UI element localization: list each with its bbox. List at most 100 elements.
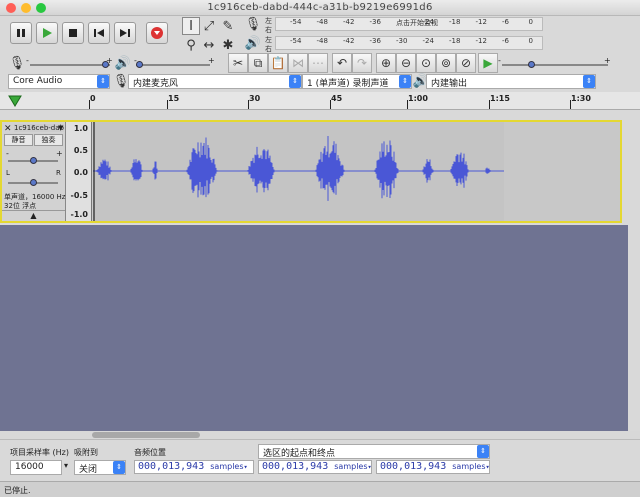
pan-right: R: [56, 169, 61, 177]
record-button[interactable]: [146, 22, 168, 44]
horizontal-scrollbar[interactable]: [0, 431, 640, 439]
undo-icon: ↶: [336, 56, 348, 70]
zoom-in-button[interactable]: ⊕: [376, 53, 396, 73]
horizontal-scroll-thumb[interactable]: [92, 432, 200, 438]
silence-icon: ⋯: [312, 56, 324, 70]
snap-select[interactable]: 关闭 ⇕: [74, 460, 126, 475]
trim-icon: ⋈: [292, 56, 304, 70]
track-name-menu[interactable]: 1c916ceb-dab: [14, 124, 64, 132]
play-speed-knob[interactable]: [528, 61, 535, 68]
collapse-arrow-icon: ▲: [30, 211, 37, 220]
redo-button[interactable]: ↷: [352, 53, 372, 73]
envelope-tool-icon[interactable]: ⤢: [200, 17, 218, 35]
meter-scale-label: -54: [290, 37, 302, 45]
solo-button[interactable]: 独奏: [34, 134, 63, 146]
meter-scale-label: -24: [422, 37, 434, 45]
output-volume-slider[interactable]: [136, 61, 210, 68]
mute-button[interactable]: 静音: [4, 134, 33, 146]
selection-end-field[interactable]: 000,013,943 samples▾: [376, 460, 490, 474]
zoom-toggle-button[interactable]: ⊘: [456, 53, 476, 73]
record-meter-mic-icon[interactable]: 🎙: [244, 15, 262, 33]
chevron-updown-icon: ⇕: [399, 75, 411, 88]
selection-mode-select[interactable]: 选区的起点和终点 ⇕: [258, 444, 490, 459]
fit-project-icon: ⊚: [440, 56, 452, 70]
dropdown-icon[interactable]: ▾: [486, 463, 489, 471]
status-text: 已停止.: [4, 486, 31, 495]
skip-to-start-button[interactable]: [88, 22, 110, 44]
project-rate-dropdown-icon[interactable]: ▾: [64, 461, 68, 470]
timeline-pin-icon[interactable]: [8, 95, 22, 107]
zoom-out-button[interactable]: ⊖: [396, 53, 416, 73]
selection-toolbar: 项目采样率 (Hz) 16000 ▾ 吸附到 关闭 ⇕ 音频位置 000,013…: [0, 439, 640, 481]
meter-scale-label: -30: [396, 37, 408, 45]
cut-button[interactable]: ✂: [228, 53, 248, 73]
project-rate-combo[interactable]: 16000: [10, 460, 62, 475]
dropdown-icon[interactable]: ▾: [244, 463, 248, 471]
undo-button[interactable]: ↶: [332, 53, 352, 73]
ruler-tick-mark: [570, 100, 571, 109]
vertical-ruler[interactable]: 1.0 0.5 0.0 -0.5 -1.0: [66, 122, 92, 221]
trim-button[interactable]: ⋈: [288, 53, 308, 73]
pan-slider[interactable]: [8, 179, 58, 186]
track-menu-arrow-icon[interactable]: ▼: [58, 124, 63, 132]
audio-host-select[interactable]: Core Audio ⇕: [8, 74, 110, 89]
speed-plus: +: [604, 56, 611, 65]
selection-start-field[interactable]: 000,013,943 samples▾: [258, 460, 372, 474]
timeline-ruler[interactable]: 0 15 30 45 1:00 1:15 1:30: [0, 92, 640, 110]
play-button[interactable]: [36, 22, 58, 44]
gain-knob[interactable]: [30, 157, 37, 164]
copy-button[interactable]: ⧉: [248, 53, 268, 73]
output-volume-knob[interactable]: [136, 61, 143, 68]
pause-button[interactable]: [10, 22, 32, 44]
zoom-tool-icon[interactable]: ⚲: [182, 36, 200, 54]
audio-position-field[interactable]: 000,013,943 samples▾: [134, 460, 254, 474]
fit-selection-icon: ⊙: [420, 56, 432, 70]
waveform-area[interactable]: [93, 122, 504, 221]
chevron-updown-icon: ⇕: [477, 445, 489, 458]
meter-scale-label: -54: [290, 18, 302, 26]
timeshift-tool-icon[interactable]: ↔: [200, 36, 218, 54]
record-meter-right: 右: [265, 26, 272, 34]
track-empty-region[interactable]: [504, 122, 620, 221]
stop-button[interactable]: [62, 22, 84, 44]
recording-channels-value: 1 (单声道) 录制声道: [307, 79, 389, 89]
chevron-updown-icon: ⇕: [97, 75, 109, 88]
ruler-tick-mark: [330, 100, 331, 109]
fit-project-button[interactable]: ⊚: [436, 53, 456, 73]
ruler-tick-mark: [89, 100, 90, 109]
ruler-tick-label: 1:30: [571, 94, 591, 103]
audio-position-label: 音频位置: [134, 448, 166, 457]
play-speed-slider[interactable]: [502, 61, 608, 68]
play-speed-icon: ▶: [483, 56, 493, 70]
track-control-panel[interactable]: ✕ 1c916ceb-dab ▼ 静音 独奏 - + L R 单声道，16000…: [2, 122, 66, 221]
ruler-tick-label: 0: [90, 94, 96, 103]
amplitude-tick-label: -1.0: [70, 210, 89, 219]
ruler-tick-label: 30: [249, 94, 261, 103]
zoom-toggle-icon: ⊘: [460, 56, 472, 70]
gain-slider[interactable]: [8, 157, 58, 164]
dropdown-icon[interactable]: ▾: [368, 463, 371, 471]
draw-tool-icon[interactable]: ✎: [219, 17, 237, 35]
pause-icon: [17, 29, 25, 37]
fit-selection-button[interactable]: ⊙: [416, 53, 436, 73]
selection-start-value: 000,013,943: [262, 461, 329, 472]
selection-tool-icon[interactable]: I: [182, 17, 200, 35]
scissors-icon: ✂: [232, 56, 244, 70]
input-device-select[interactable]: 内建麦克风 ⇕: [128, 74, 302, 89]
input-volume-slider[interactable]: [30, 61, 110, 68]
silence-button[interactable]: ⋯: [308, 53, 328, 73]
skip-to-end-button[interactable]: [114, 22, 136, 44]
multi-tool-icon[interactable]: ✱: [219, 36, 237, 54]
pan-knob[interactable]: [30, 179, 37, 186]
meter-scale-label: -24: [422, 18, 434, 26]
play-at-speed-button[interactable]: ▶: [478, 53, 498, 73]
collapse-track-button[interactable]: ▲: [2, 210, 65, 221]
tracks-background[interactable]: [0, 225, 640, 431]
ruler-tick-label: 15: [168, 94, 180, 103]
paste-button[interactable]: 📋: [268, 53, 288, 73]
close-track-icon[interactable]: ✕: [4, 124, 12, 134]
play-meter-speaker-icon[interactable]: 🔊: [244, 34, 262, 52]
recording-channels-select[interactable]: 1 (单声道) 录制声道 ⇕: [302, 74, 412, 89]
output-device-select[interactable]: 内建输出 ⇕: [426, 74, 596, 89]
amplitude-tick-label: 0.0: [73, 168, 88, 177]
